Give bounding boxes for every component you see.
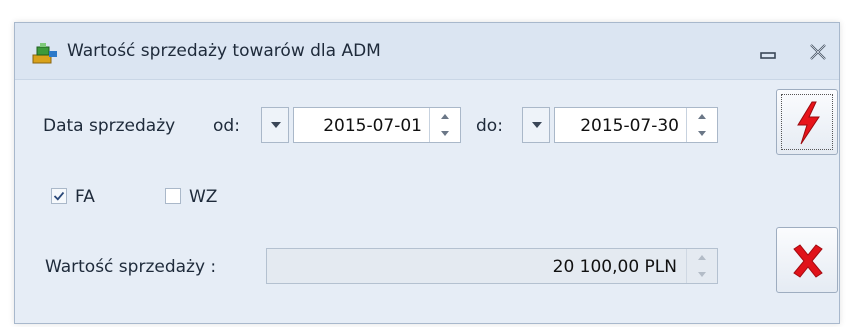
close-icon [810,44,826,60]
cash-register-icon [31,41,59,65]
value-label: Wartość sprzedaży : [45,257,217,277]
title-bar: Wartość sprzedaży towarów dla ADM [15,23,839,80]
from-date-up-button[interactable] [430,108,460,125]
calculate-button[interactable] [776,89,838,155]
red-x-icon [793,244,823,278]
sales-value-spinner [686,249,717,283]
to-date-spinner [686,108,717,142]
wz-checkbox-label: WZ [189,187,218,207]
to-date-dropdown-button[interactable] [522,107,550,143]
wz-checkbox[interactable] [165,188,181,204]
fa-checkbox[interactable] [51,188,67,204]
sales-value: 20 100,00 PLN [552,257,677,277]
checkmark-icon [53,191,65,201]
close-button[interactable] [805,39,831,65]
fa-checkbox-label: FA [75,187,95,207]
from-date-field[interactable]: 2015-07-01 [293,107,461,143]
sales-value-down-button [687,266,717,283]
from-date-down-button[interactable] [430,125,460,142]
from-date-value: 2015-07-01 [323,116,422,136]
arrow-up-icon [698,114,706,119]
sales-value-up-button [687,249,717,266]
to-date-field[interactable]: 2015-07-30 [554,107,718,143]
to-date-down-button[interactable] [687,125,717,142]
to-date-up-button[interactable] [687,108,717,125]
sales-value-field: 20 100,00 PLN [266,248,718,284]
arrow-up-icon [698,255,706,260]
to-date-value: 2015-07-30 [580,116,679,136]
minimize-button[interactable] [755,39,781,65]
cancel-button[interactable] [776,227,838,293]
date-label: Data sprzedaży [43,116,176,136]
minimize-icon [760,52,776,59]
window-title: Wartość sprzedaży towarów dla ADM [67,41,381,61]
chevron-down-icon [532,122,542,128]
from-date-dropdown-button[interactable] [261,107,289,143]
arrow-up-icon [441,114,449,119]
to-label: do: [476,116,503,136]
dialog-window: Wartość sprzedaży towarów dla ADM Data s… [14,22,840,324]
arrow-down-icon [698,131,706,136]
from-label: od: [213,116,240,136]
chevron-down-icon [271,122,281,128]
arrow-down-icon [698,272,706,277]
from-date-spinner [429,108,460,142]
arrow-down-icon [441,131,449,136]
lightning-icon [797,101,820,145]
